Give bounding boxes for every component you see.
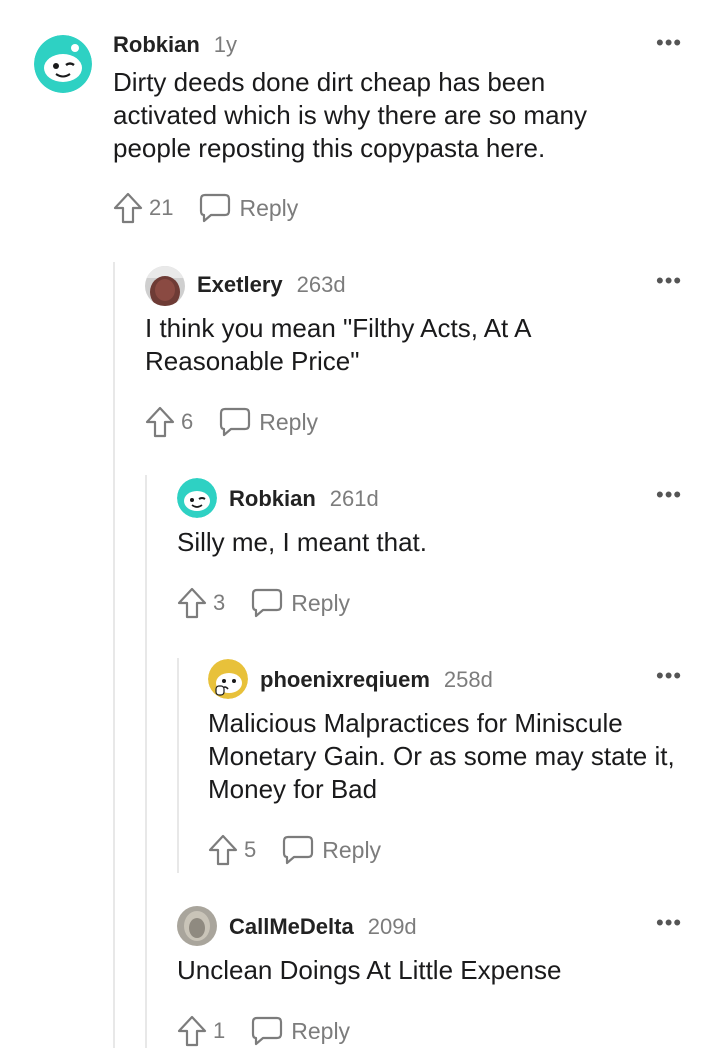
username[interactable]: Robkian (113, 32, 200, 58)
username[interactable]: Exetlery (197, 272, 283, 298)
thread-line-1[interactable] (113, 262, 115, 1048)
comment-actions: 3 Reply (177, 587, 350, 619)
username[interactable]: Robkian (229, 486, 316, 512)
vote-count: 3 (213, 590, 226, 615)
comment-meta: Robkian 261d (229, 486, 379, 512)
upvote-button[interactable]: 21 (113, 192, 173, 224)
comment-age: 209d (367, 914, 417, 939)
comment-meta: Robkian 1y (113, 32, 237, 58)
upvote-arrow-icon (208, 834, 238, 866)
upvote-button[interactable]: 3 (177, 587, 225, 619)
vote-count: 6 (181, 409, 194, 434)
comment-body: Malicious Malpractices for Miniscule Mon… (208, 708, 675, 804)
thread-line-3[interactable] (177, 658, 179, 873)
comment-age: 261d (329, 486, 379, 511)
comment-actions: 1 Reply (177, 1015, 350, 1047)
vote-count: 1 (213, 1018, 226, 1043)
vote-count: 5 (244, 837, 257, 862)
comment-body: I think you mean "Filthy Acts, At A Reas… (145, 313, 530, 376)
comment-actions: 5 Reply (208, 834, 381, 866)
comment-body: Dirty deeds done dirt cheap has been act… (113, 67, 587, 163)
vote-count: 21 (149, 195, 174, 220)
username[interactable]: phoenixreqiuem (260, 667, 430, 693)
upvote-arrow-icon (177, 587, 207, 619)
reply-label: Reply (291, 1017, 351, 1044)
comment-age: 1y (213, 32, 238, 57)
user-photo-avatar-icon[interactable] (145, 266, 185, 306)
upvote-arrow-icon (145, 406, 175, 438)
upvote-button[interactable]: 6 (145, 406, 193, 438)
more-options-icon[interactable]: ••• (656, 665, 682, 687)
comment-meta: phoenixreqiuem 258d (260, 667, 493, 693)
comment-meta: CallMeDelta 209d (229, 914, 417, 940)
reply-button[interactable]: Reply (282, 835, 381, 865)
more-options-icon[interactable]: ••• (656, 270, 682, 292)
comment-body: Unclean Doings At Little Expense (177, 955, 562, 985)
snoo-avatar-icon[interactable] (208, 659, 248, 699)
reply-button[interactable]: Reply (251, 588, 350, 618)
more-options-icon[interactable]: ••• (656, 32, 682, 54)
snoo-avatar-icon[interactable] (177, 478, 217, 518)
upvote-button[interactable]: 5 (208, 834, 256, 866)
user-photo-avatar-icon[interactable] (177, 906, 217, 946)
snoo-avatar-icon[interactable] (34, 35, 92, 93)
thread-line-2[interactable] (145, 475, 147, 1048)
comment-actions: 21 Reply (113, 192, 298, 224)
more-options-icon[interactable]: ••• (656, 912, 682, 934)
reply-button[interactable]: Reply (199, 193, 298, 223)
comment-meta: Exetlery 263d (197, 272, 346, 298)
reply-label: Reply (322, 836, 382, 863)
reply-label: Reply (239, 194, 299, 221)
speech-bubble-icon (283, 835, 314, 865)
speech-bubble-icon (252, 1016, 283, 1046)
reply-button[interactable]: Reply (219, 407, 318, 437)
reply-button[interactable]: Reply (251, 1016, 350, 1046)
reply-label: Reply (291, 589, 351, 616)
username[interactable]: CallMeDelta (229, 914, 354, 940)
comment-age: 263d (296, 272, 346, 297)
speech-bubble-icon (252, 588, 283, 618)
reply-label: Reply (259, 408, 319, 435)
speech-bubble-icon (200, 193, 231, 223)
upvote-arrow-icon (177, 1015, 207, 1047)
speech-bubble-icon (220, 407, 251, 437)
upvote-arrow-icon (113, 192, 143, 224)
comment-age: 258d (443, 667, 493, 692)
comment-actions: 6 Reply (145, 406, 318, 438)
upvote-button[interactable]: 1 (177, 1015, 225, 1047)
more-options-icon[interactable]: ••• (656, 484, 682, 506)
comment-body: Silly me, I meant that. (177, 527, 427, 557)
